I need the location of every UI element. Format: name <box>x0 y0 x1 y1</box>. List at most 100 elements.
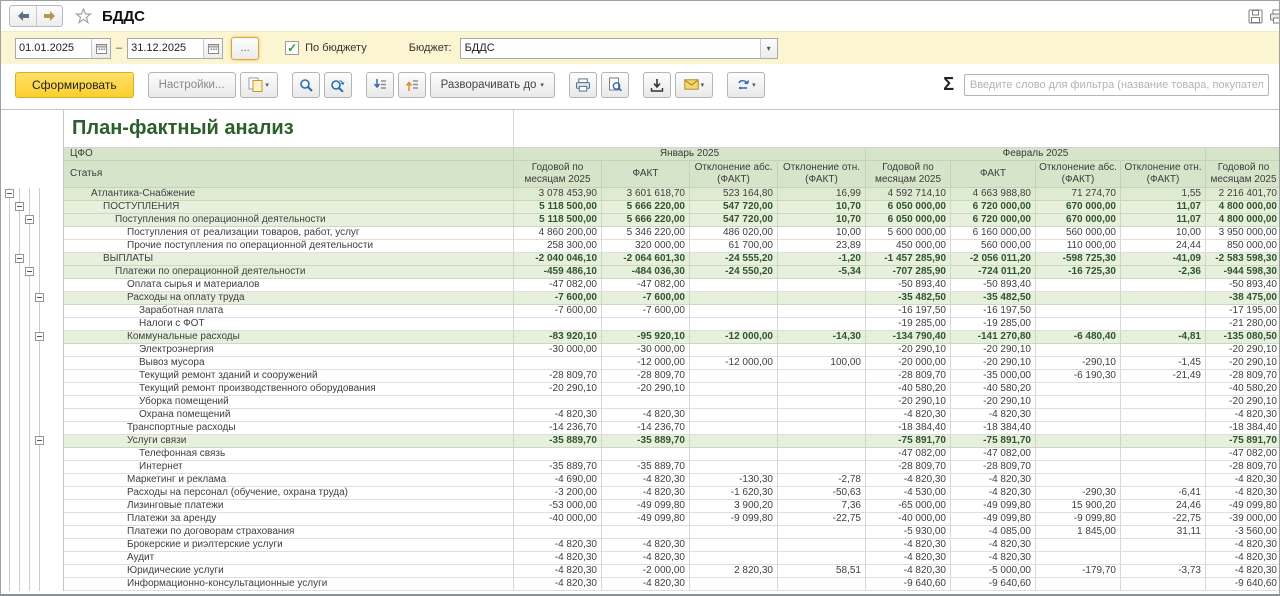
value-cell[interactable] <box>690 578 778 591</box>
value-cell[interactable] <box>778 396 866 409</box>
row-label[interactable]: Уборка помещений <box>64 396 514 409</box>
row-label[interactable]: Маркетинг и реклама <box>64 474 514 487</box>
value-cell[interactable] <box>690 279 778 292</box>
value-cell[interactable] <box>1036 461 1121 474</box>
row-label[interactable]: Коммунальные расходы <box>64 331 514 344</box>
value-cell[interactable] <box>690 539 778 552</box>
value-cell[interactable]: -1 620,30 <box>690 487 778 500</box>
group-expander-icon[interactable] <box>25 267 34 276</box>
generate-button[interactable]: Сформировать <box>15 72 134 98</box>
value-cell[interactable]: -21,49 <box>1121 370 1206 383</box>
value-cell[interactable]: -65 000,00 <box>866 500 951 513</box>
group-expander-icon[interactable] <box>5 189 14 198</box>
value-cell[interactable]: -28 809,70 <box>951 461 1036 474</box>
value-cell[interactable]: -75 891,70 <box>866 435 951 448</box>
value-cell[interactable]: 15 900,20 <box>1036 500 1121 513</box>
row-label[interactable]: ПОСТУПЛЕНИЯ <box>64 201 514 214</box>
value-cell[interactable]: -35 000,00 <box>951 370 1036 383</box>
value-cell[interactable]: -290,10 <box>1036 357 1121 370</box>
print-preview-button[interactable] <box>601 72 629 98</box>
value-cell[interactable] <box>690 305 778 318</box>
row-label[interactable]: Платежи по операционной деятельности <box>64 266 514 279</box>
column-header[interactable]: Годовой по месяцам 2025 <box>1206 161 1280 188</box>
value-cell[interactable]: -16 725,30 <box>1036 266 1121 279</box>
value-cell[interactable]: -50 893,40 <box>951 279 1036 292</box>
value-cell[interactable]: -28 809,70 <box>866 370 951 383</box>
value-cell[interactable]: -724 011,20 <box>951 266 1036 279</box>
value-cell[interactable] <box>514 357 602 370</box>
value-cell[interactable] <box>1036 435 1121 448</box>
value-cell[interactable]: 58,51 <box>778 565 866 578</box>
value-cell[interactable]: -49 099,80 <box>1206 500 1280 513</box>
value-cell[interactable]: -20 290,10 <box>1206 357 1280 370</box>
value-cell[interactable]: 5 666 220,00 <box>602 214 690 227</box>
value-cell[interactable] <box>1121 448 1206 461</box>
value-cell[interactable]: -53 000,00 <box>514 500 602 513</box>
row-label[interactable]: Вывоз мусора <box>64 357 514 370</box>
value-cell[interactable]: -35 482,50 <box>866 292 951 305</box>
settings-button[interactable]: Настройки... <box>148 72 236 98</box>
value-cell[interactable] <box>1036 344 1121 357</box>
value-cell[interactable]: 1 845,00 <box>1036 526 1121 539</box>
value-cell[interactable] <box>690 461 778 474</box>
month-group-february[interactable]: Февраль 2025 <box>866 148 1206 161</box>
value-cell[interactable] <box>602 448 690 461</box>
group-expander-icon[interactable] <box>15 202 24 211</box>
row-label[interactable]: Текущий ремонт производственного оборудо… <box>64 383 514 396</box>
by-budget-checkbox[interactable]: ✓ По бюджету <box>285 41 367 55</box>
expand-groups-button[interactable] <box>398 72 426 98</box>
value-cell[interactable]: -9 640,60 <box>951 578 1036 591</box>
value-cell[interactable]: 61 700,00 <box>690 240 778 253</box>
value-cell[interactable] <box>1121 422 1206 435</box>
value-cell[interactable] <box>690 370 778 383</box>
value-cell[interactable]: -4 820,30 <box>514 565 602 578</box>
value-cell[interactable]: 3 601 618,70 <box>602 188 690 201</box>
value-cell[interactable] <box>1036 383 1121 396</box>
period-more-button[interactable]: ... <box>231 37 259 60</box>
quick-filter-input[interactable] <box>964 74 1269 96</box>
export-button[interactable] <box>643 72 671 98</box>
value-cell[interactable]: -38 475,00 <box>1206 292 1280 305</box>
row-label[interactable]: Оплата сырья и материалов <box>64 279 514 292</box>
value-cell[interactable] <box>690 409 778 422</box>
value-cell[interactable]: -14 236,70 <box>602 422 690 435</box>
date-from-input[interactable] <box>16 39 91 58</box>
group-expander-icon[interactable] <box>25 215 34 224</box>
value-cell[interactable] <box>1121 539 1206 552</box>
value-cell[interactable]: -40 580,20 <box>951 383 1036 396</box>
value-cell[interactable]: 3 900,20 <box>690 500 778 513</box>
value-cell[interactable] <box>602 318 690 331</box>
value-cell[interactable]: -28 809,70 <box>514 370 602 383</box>
value-cell[interactable]: -21 280,00 <box>1206 318 1280 331</box>
value-cell[interactable]: 16,99 <box>778 188 866 201</box>
value-cell[interactable]: -18 384,40 <box>866 422 951 435</box>
value-cell[interactable]: 100,00 <box>778 357 866 370</box>
column-header[interactable]: Отклонение отн. (ФАКТ) <box>778 161 866 188</box>
value-cell[interactable]: -28 809,70 <box>602 370 690 383</box>
value-cell[interactable]: -4 530,00 <box>866 487 951 500</box>
value-cell[interactable]: 523 164,80 <box>690 188 778 201</box>
print-icon[interactable] <box>1266 5 1280 27</box>
report-variants-button[interactable]: ▾ <box>240 72 278 98</box>
value-cell[interactable]: 5 600 000,00 <box>866 227 951 240</box>
value-cell[interactable]: -6,41 <box>1121 487 1206 500</box>
value-cell[interactable]: -5,34 <box>778 266 866 279</box>
value-cell[interactable] <box>1036 422 1121 435</box>
value-cell[interactable] <box>778 383 866 396</box>
group-expander-icon[interactable] <box>35 436 44 445</box>
value-cell[interactable]: -18 384,40 <box>951 422 1036 435</box>
value-cell[interactable]: -16 197,50 <box>951 305 1036 318</box>
value-cell[interactable]: -4 820,30 <box>514 578 602 591</box>
value-cell[interactable] <box>690 383 778 396</box>
value-cell[interactable]: -4 820,30 <box>951 487 1036 500</box>
value-cell[interactable]: -598 725,30 <box>1036 253 1121 266</box>
value-cell[interactable] <box>778 448 866 461</box>
group-expander-icon[interactable] <box>35 332 44 341</box>
value-cell[interactable]: 31,11 <box>1121 526 1206 539</box>
row-label[interactable]: Расходы на персонал (обучение, охрана тр… <box>64 487 514 500</box>
value-cell[interactable]: -47 082,00 <box>1206 448 1280 461</box>
value-cell[interactable]: -4 820,30 <box>1206 487 1280 500</box>
print-button[interactable] <box>569 72 597 98</box>
value-cell[interactable]: 10,70 <box>778 214 866 227</box>
value-cell[interactable] <box>778 305 866 318</box>
